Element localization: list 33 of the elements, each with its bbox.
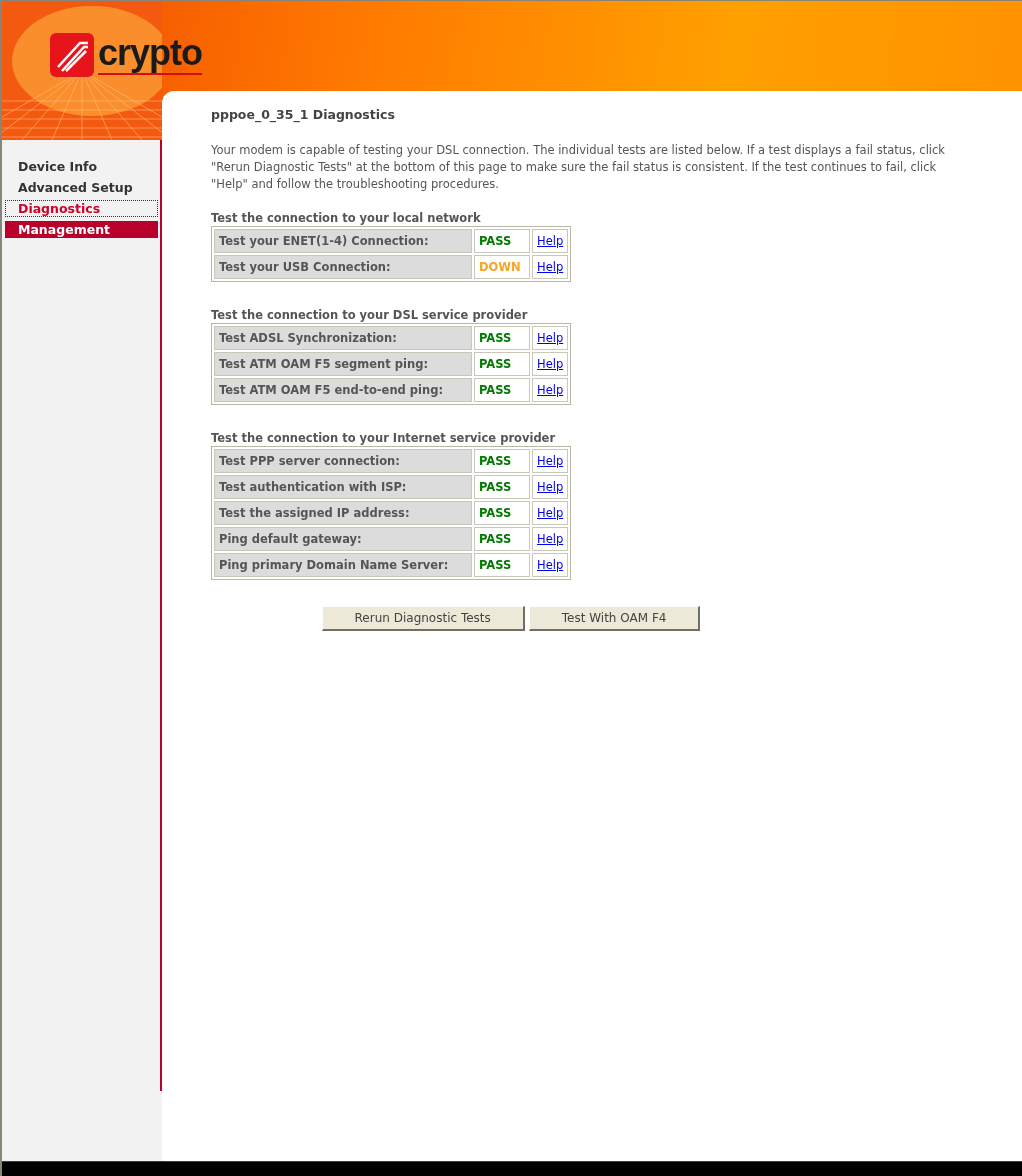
logo-icon	[50, 33, 94, 77]
result-cell: PASS	[474, 229, 530, 253]
test-name-cell: Test ADSL Synchronization:	[214, 326, 472, 350]
action-button[interactable]: Test With OAM F4	[528, 606, 701, 631]
test-name-cell: Ping primary Domain Name Server:	[214, 553, 472, 577]
action-button[interactable]: Rerun Diagnostic Tests	[321, 606, 525, 631]
result-cell: PASS	[474, 352, 530, 376]
test-name-cell: Test ATM OAM F5 end-to-end ping:	[214, 378, 472, 402]
test-name-cell: Ping default gateway:	[214, 527, 472, 551]
sidebar-item[interactable]: Advanced Setup	[5, 179, 158, 196]
result-cell: PASS	[474, 553, 530, 577]
page-title: pppoe_0_35_1 Diagnostics	[211, 107, 396, 122]
section-heading: Test the connection to your Internet service provider	[211, 431, 557, 446]
result-cell: PASS	[474, 378, 530, 402]
test-name-cell: Test authentication with ISP:	[214, 475, 472, 499]
test-name-cell: Test your ENET(1-4) Connection:	[214, 229, 472, 253]
sidebar-item[interactable]: Diagnostics	[5, 200, 158, 217]
result-cell: DOWN	[474, 255, 530, 279]
section-heading: Test the connection to your DSL service provider	[211, 308, 529, 323]
result-cell: PASS	[474, 475, 530, 499]
intro-text: Your modem is capable of testing your DSL connection. The individual tests are listed below. If a test displays a fail status, click "Rerun Diagnostic Tests" at the bottom of this page to make sure the fail status is consistent. If the test continues to fail, click "Help" and follow the troubleshooting procedures.	[211, 142, 947, 193]
result-cell: PASS	[474, 449, 530, 473]
test-name-cell: Test ATM OAM F5 segment ping:	[214, 352, 472, 376]
sidebar-item[interactable]: Management	[5, 221, 158, 238]
result-cell: PASS	[474, 527, 530, 551]
test-name-cell: Test your USB Connection:	[214, 255, 472, 279]
logo-text: crypto	[98, 35, 203, 75]
result-cell: PASS	[474, 326, 530, 350]
test-name-cell: Test PPP server connection:	[214, 449, 472, 473]
section-heading: Test the connection to your local network	[211, 211, 482, 226]
sidebar-item[interactable]: Device Info	[5, 158, 158, 175]
result-cell: PASS	[474, 501, 530, 525]
test-name-cell: Test the assigned IP address:	[214, 501, 472, 525]
